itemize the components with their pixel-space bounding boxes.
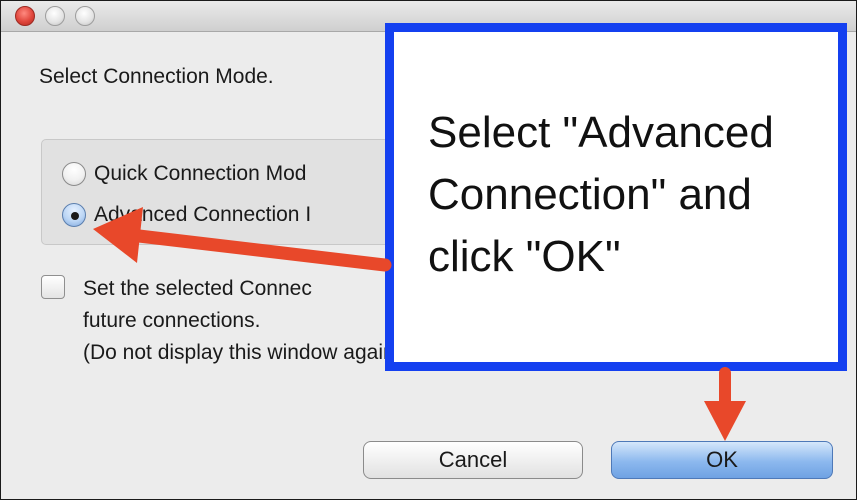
- arrow-to-ok-button: [704, 367, 746, 441]
- callout-text: Select "Advanced Connection" and click "…: [428, 102, 828, 288]
- radio-label-quick: Quick Connection Mod: [94, 162, 307, 185]
- radio-button-unchecked[interactable]: [62, 162, 86, 186]
- radio-label-advanced: Advanced Connection I: [94, 203, 312, 226]
- remember-mode-label-line-1: Set the selected Connec: [83, 277, 312, 300]
- dialog-prompt: Select Connection Mode.: [39, 65, 274, 88]
- remember-mode-label: Set the selected Connec future connectio…: [83, 273, 408, 369]
- zoom-window-icon[interactable]: [75, 6, 95, 26]
- ok-button[interactable]: OK: [611, 441, 833, 479]
- callout-line-2: Connection" and: [428, 170, 752, 219]
- remember-mode-label-line-2: future connections.: [83, 309, 261, 332]
- minimize-window-icon[interactable]: [45, 6, 65, 26]
- instruction-callout: Select "Advanced Connection" and click "…: [385, 23, 847, 371]
- radio-button-checked[interactable]: [62, 203, 86, 227]
- close-window-icon[interactable]: [15, 6, 35, 26]
- remember-mode-label-line-3: (Do not display this window again.): [83, 341, 408, 364]
- callout-line-1: Select "Advanced: [428, 108, 774, 157]
- radio-quick-connection[interactable]: Quick Connection Mod: [62, 162, 306, 186]
- radio-advanced-connection[interactable]: Advanced Connection I: [62, 203, 311, 227]
- cancel-button[interactable]: Cancel: [363, 441, 583, 479]
- callout-line-3: click "OK": [428, 232, 621, 281]
- remember-mode-checkbox[interactable]: [41, 275, 65, 299]
- connection-mode-dialog: Select Connection Mode. Quick Connection…: [0, 0, 857, 500]
